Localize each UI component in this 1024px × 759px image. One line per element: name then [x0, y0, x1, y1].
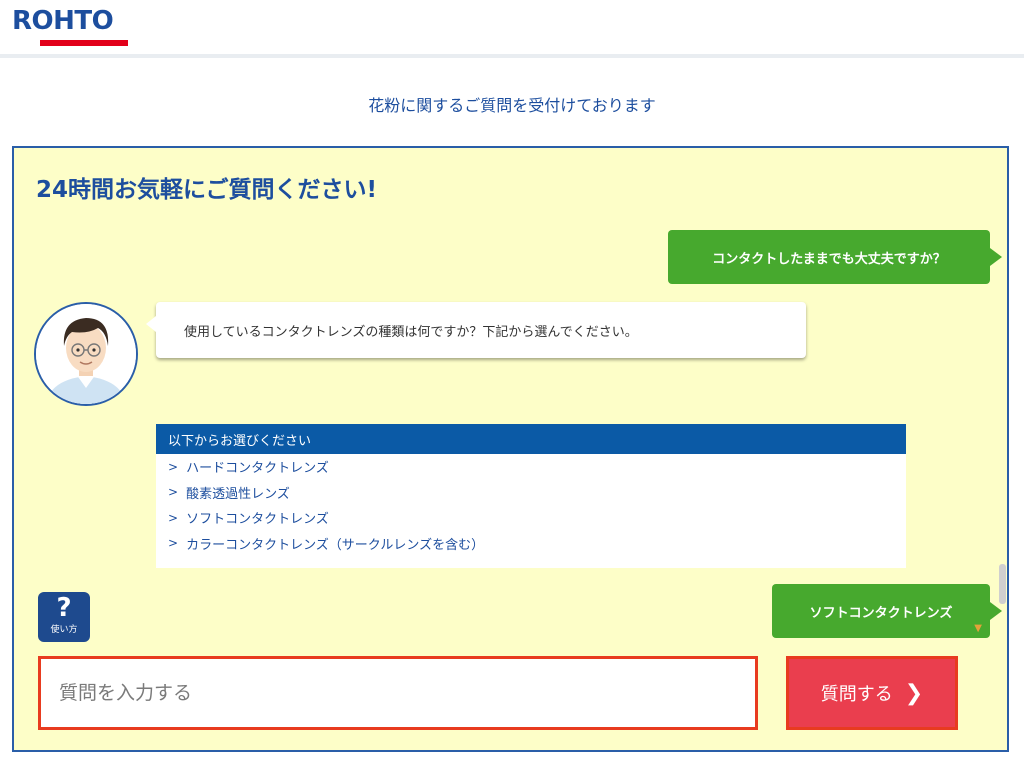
- chevron-right-icon: >: [168, 510, 179, 525]
- user-reply-bubble: ソフトコンタクトレンズ ▼: [772, 584, 1002, 638]
- submit-label: 質問する: [820, 684, 893, 705]
- choice-label: ハードコンタクトレンズ: [186, 461, 329, 477]
- operator-message-bubble: 使用しているコンタクトレンズの種類は何ですか？下記から選んでください。: [146, 302, 806, 358]
- operator-message-text: 使用しているコンタクトレンズの種類は何ですか？下記から選んでください。: [184, 324, 638, 340]
- chevron-right-icon: ❯: [904, 680, 924, 706]
- caret-down-icon: ▼: [974, 623, 982, 634]
- user-reply-text: ソフトコンタクトレンズ: [809, 605, 953, 621]
- choice-label: ソフトコンタクトレンズ: [186, 512, 329, 528]
- chat-panel: 24時間お気軽にご質問ください! コンタクトしたままでも大丈夫ですか？ 使用して…: [12, 146, 1009, 752]
- logo-underline: [40, 40, 128, 46]
- chevron-right-icon: >: [168, 536, 179, 551]
- choice-label: 酸素透過性レンズ: [186, 486, 290, 502]
- help-button[interactable]: ? 使い方: [38, 592, 90, 642]
- choice-label: カラーコンタクトレンズ（サークルレンズを含む）: [186, 537, 485, 553]
- operator-avatar-icon: [36, 304, 136, 404]
- page-subtitle: 花粉に関するご質問を受付けております: [368, 96, 656, 115]
- user-message-bubble: コンタクトしたままでも大丈夫ですか？: [668, 230, 1002, 284]
- choice-list: 以下からお選びください > ハードコンタクトレンズ > 酸素透過性レンズ > ソ…: [156, 424, 906, 568]
- chevron-right-icon: >: [168, 485, 179, 500]
- site-header: ROHTO: [0, 0, 1024, 58]
- operator-avatar: [34, 302, 138, 406]
- choice-hard-lens[interactable]: > ハードコンタクトレンズ: [156, 454, 906, 480]
- choice-color-lens[interactable]: > カラーコンタクトレンズ（サークルレンズを含む）: [156, 531, 906, 557]
- rohto-logo[interactable]: ROHTO: [12, 4, 130, 48]
- chat-headline: 24時間お気軽にご質問ください!: [36, 177, 378, 203]
- logo-text: ROHTO: [12, 6, 114, 36]
- chat-scrollbar[interactable]: [999, 564, 1006, 604]
- submit-question-button[interactable]: 質問する ❯: [786, 656, 958, 730]
- choice-list-header: 以下からお選びください: [156, 424, 906, 454]
- choice-oxygen-permeable-lens[interactable]: > 酸素透過性レンズ: [156, 480, 906, 506]
- choice-soft-lens[interactable]: > ソフトコンタクトレンズ: [156, 505, 906, 531]
- question-input[interactable]: [38, 656, 758, 730]
- help-label: 使い方: [50, 625, 78, 635]
- chevron-right-icon: >: [168, 459, 179, 474]
- user-message-text: コンタクトしたままでも大丈夫ですか？: [712, 251, 946, 267]
- question-mark-icon: ?: [56, 593, 72, 623]
